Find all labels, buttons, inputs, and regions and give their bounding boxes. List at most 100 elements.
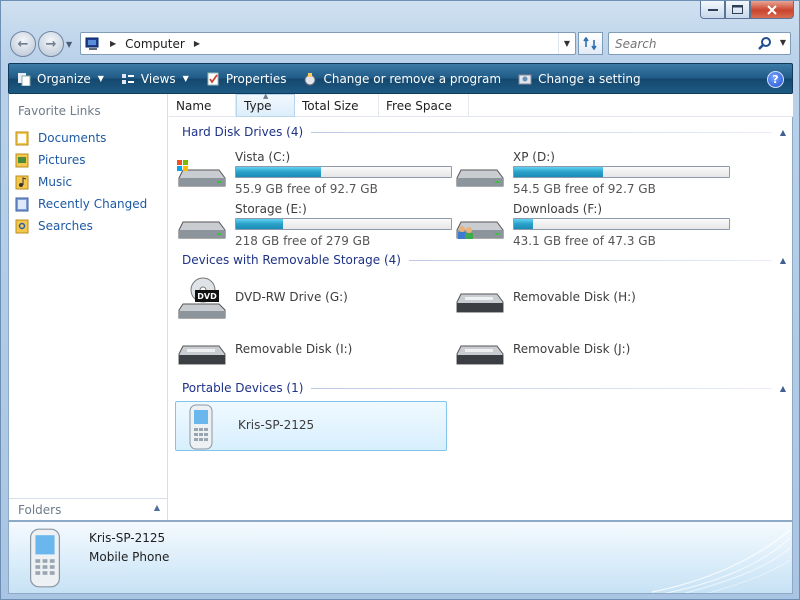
navigation-pane: Favorite Links Documents Pictures Music …	[9, 94, 168, 520]
sidebar-item-label: Music	[38, 175, 73, 189]
recent-pages-dropdown[interactable]: ▼	[66, 40, 72, 49]
help-icon: ?	[772, 73, 779, 86]
change-setting-button[interactable]: Change a setting	[518, 72, 641, 86]
drive-usage-bar	[235, 218, 452, 230]
drive-free-space: 54.5 GB free of 92.7 GB	[513, 182, 656, 196]
decorative-swirl	[651, 529, 791, 593]
group-header-removable-storage[interactable]: Devices with Removable Storage (4) ▲	[182, 251, 786, 269]
address-dropdown-button[interactable]: ▼	[558, 33, 575, 54]
group-header-portable-devices[interactable]: Portable Devices (1) ▲	[182, 379, 786, 397]
close-icon	[767, 4, 777, 15]
change-remove-program-button[interactable]: Change or remove a program	[303, 72, 501, 86]
back-button[interactable]: ←	[10, 31, 36, 57]
device-item-phone[interactable]: Kris-SP-2125	[175, 401, 447, 451]
device-item-removable-j[interactable]: Removable Disk (J:)	[451, 326, 723, 376]
refresh-icon	[583, 37, 597, 50]
drive-usage-fill	[514, 219, 534, 229]
sidebar-item-searches[interactable]: Searches	[15, 215, 147, 237]
removable-disk-icon	[456, 345, 504, 365]
device-name: DVD-RW Drive (G:)	[235, 290, 348, 304]
drive-item-downloads-f[interactable]: Downloads (F:) 43.1 GB free of 47.3 GB	[451, 198, 730, 248]
sidebar-item-label: Searches	[38, 219, 93, 233]
device-name: Kris-SP-2125	[238, 418, 315, 432]
help-button[interactable]: ?	[767, 71, 784, 88]
device-item-removable-i[interactable]: Removable Disk (I:)	[173, 326, 445, 376]
change-remove-program-label: Change or remove a program	[323, 71, 502, 86]
column-header-free-space[interactable]: Free Space	[379, 94, 469, 117]
search-input[interactable]	[615, 36, 755, 51]
breadcrumb-computer[interactable]: Computer	[125, 37, 185, 51]
breadcrumb-separator-icon[interactable]: ▶	[194, 39, 200, 48]
caption-buttons	[700, 1, 794, 19]
drive-name: Storage (E:)	[235, 202, 307, 216]
search-box[interactable]: ▼	[608, 32, 791, 55]
search-dropdown-icon[interactable]: ▼	[780, 38, 786, 47]
sidebar-item-recently-changed[interactable]: Recently Changed	[15, 193, 147, 215]
sidebar-item-documents[interactable]: Documents	[15, 127, 147, 149]
organize-button[interactable]: Organize ▼	[17, 72, 104, 86]
collapse-group-icon[interactable]: ▲	[780, 256, 786, 265]
file-list-pane: Name ▲ Type Total Size Free Space Hard D…	[169, 92, 793, 520]
sidebar-item-label: Recently Changed	[38, 197, 148, 211]
folders-label: Folders	[18, 502, 62, 517]
details-item-name: Kris-SP-2125	[89, 531, 166, 545]
change-setting-label: Change a setting	[538, 71, 641, 86]
back-arrow-icon: ←	[17, 36, 29, 52]
drive-usage-bar	[513, 166, 730, 178]
breadcrumb-separator-icon[interactable]: ▶	[110, 39, 116, 48]
sidebar-item-pictures[interactable]: Pictures	[15, 149, 147, 171]
chevron-up-icon: ▲	[153, 503, 160, 512]
drive-usage-bar	[513, 218, 730, 230]
chevron-down-icon: ▼	[182, 74, 189, 83]
programs-icon	[304, 72, 316, 85]
drive-usage-fill	[514, 167, 603, 177]
client-area: Favorite Links Documents Pictures Music …	[8, 92, 793, 521]
svg-text:DVD: DVD	[197, 292, 217, 301]
sidebar-item-music[interactable]: Music	[15, 171, 147, 193]
drive-item-vista-c[interactable]: Vista (C:) 55.9 GB free of 92.7 GB	[173, 146, 452, 196]
device-item-dvd-g[interactable]: DVD DVD-RW Drive (G:)	[173, 274, 445, 324]
collapse-group-icon[interactable]: ▲	[780, 128, 786, 137]
drive-free-space: 218 GB free of 279 GB	[235, 234, 371, 248]
details-pane: Kris-SP-2125 Mobile Phone	[8, 521, 793, 594]
maximize-button[interactable]	[725, 1, 750, 19]
sidebar-item-label: Pictures	[38, 153, 86, 167]
views-button[interactable]: Views ▼	[121, 72, 189, 86]
column-header-total-size[interactable]: Total Size	[295, 94, 379, 117]
device-name: Removable Disk (H:)	[513, 290, 636, 304]
folders-toggle[interactable]: Folders ▲	[9, 498, 167, 520]
favorite-links-heading: Favorite Links	[18, 104, 101, 118]
drive-item-xp-d[interactable]: XP (D:) 54.5 GB free of 92.7 GB	[451, 146, 730, 196]
drive-free-space: 43.1 GB free of 47.3 GB	[513, 234, 656, 248]
removable-disk-icon	[456, 293, 504, 313]
views-icon	[121, 73, 134, 84]
search-icon[interactable]	[757, 36, 772, 51]
shared-hard-drive-icon	[456, 221, 504, 239]
favorite-links-list: Documents Pictures Music Recently Change…	[15, 127, 147, 237]
drive-free-space: 55.9 GB free of 92.7 GB	[235, 182, 378, 196]
column-header-name[interactable]: Name	[169, 94, 236, 117]
drive-name: Downloads (F:)	[513, 202, 603, 216]
minimize-icon	[707, 8, 718, 11]
properties-button[interactable]: Properties	[206, 72, 286, 86]
drive-usage-fill	[236, 167, 322, 177]
forward-button[interactable]: →	[38, 31, 64, 57]
mobile-phone-icon	[189, 404, 213, 450]
drive-usage-fill	[236, 219, 284, 229]
group-divider	[311, 387, 772, 389]
group-header-hard-disk-drives[interactable]: Hard Disk Drives (4) ▲	[182, 123, 786, 141]
device-item-removable-h[interactable]: Removable Disk (H:)	[451, 274, 723, 324]
dvd-drive-icon: DVD	[178, 277, 226, 319]
views-label: Views	[140, 71, 176, 86]
explorer-window: ← → ▼ ▶ Computer ▶ ▼ Search ▼ Organize ▼…	[0, 0, 800, 600]
close-button[interactable]	[750, 1, 794, 19]
navigation-bar: ← → ▼ ▶ Computer ▶ ▼ Search ▼	[1, 27, 800, 61]
address-bar[interactable]: ▶ Computer ▶ ▼	[80, 32, 576, 55]
sort-ascending-icon: ▲	[263, 92, 269, 100]
minimize-button[interactable]	[700, 1, 725, 19]
refresh-button[interactable]	[578, 32, 603, 55]
column-header-type[interactable]: ▲ Type	[236, 92, 295, 117]
collapse-group-icon[interactable]: ▲	[780, 384, 786, 393]
drive-item-storage-e[interactable]: Storage (E:) 218 GB free of 279 GB	[173, 198, 452, 248]
organize-label: Organize	[37, 71, 91, 86]
